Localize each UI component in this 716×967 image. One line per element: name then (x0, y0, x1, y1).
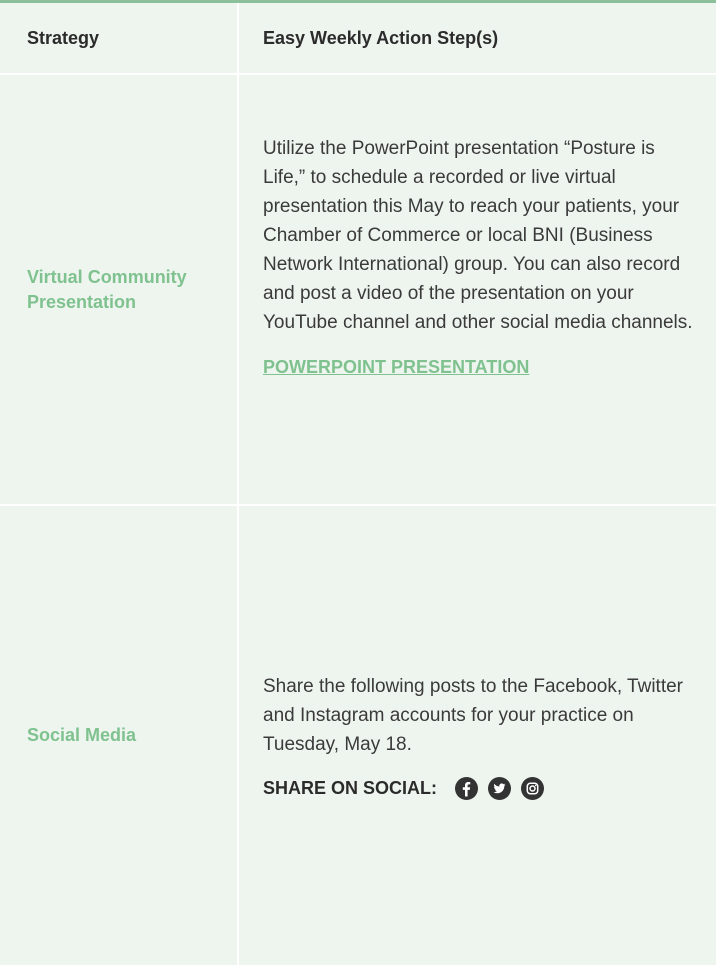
header-strategy: Strategy (0, 3, 239, 73)
share-label: SHARE ON SOCIAL: (263, 778, 438, 798)
header-action-steps: Easy Weekly Action Step(s) (263, 27, 499, 48)
instagram-icon[interactable] (521, 777, 545, 800)
page: Strategy Easy Weekly Action Step(s) Virt… (0, 0, 716, 967)
strategy-cell: Virtual Community Presentation (0, 75, 239, 504)
powerpoint-presentation-link[interactable]: POWERPOINT PRESENTATION (263, 357, 529, 378)
table-header-row: Strategy Easy Weekly Action Step(s) (0, 3, 716, 75)
action-description: Share the following posts to the Faceboo… (263, 676, 683, 755)
strategy-label: Virtual Community Presentation (27, 266, 187, 312)
strategy-cell: Social Media (0, 506, 239, 965)
table-row: Social Media Share the following posts t… (0, 506, 716, 965)
strategy-table: Strategy Easy Weekly Action Step(s) Virt… (0, 3, 716, 965)
twitter-icon[interactable] (488, 777, 512, 800)
action-cell: Share the following posts to the Faceboo… (239, 506, 716, 965)
facebook-icon[interactable] (455, 777, 479, 800)
action-cell: Utilize the PowerPoint presentation “Pos… (239, 75, 716, 504)
strategy-label: Social Media (27, 725, 137, 745)
table-row: Virtual Community Presentation Utilize t… (0, 75, 716, 506)
action-description: Utilize the PowerPoint presentation “Pos… (263, 138, 693, 333)
share-on-social: SHARE ON SOCIAL: (263, 777, 694, 800)
